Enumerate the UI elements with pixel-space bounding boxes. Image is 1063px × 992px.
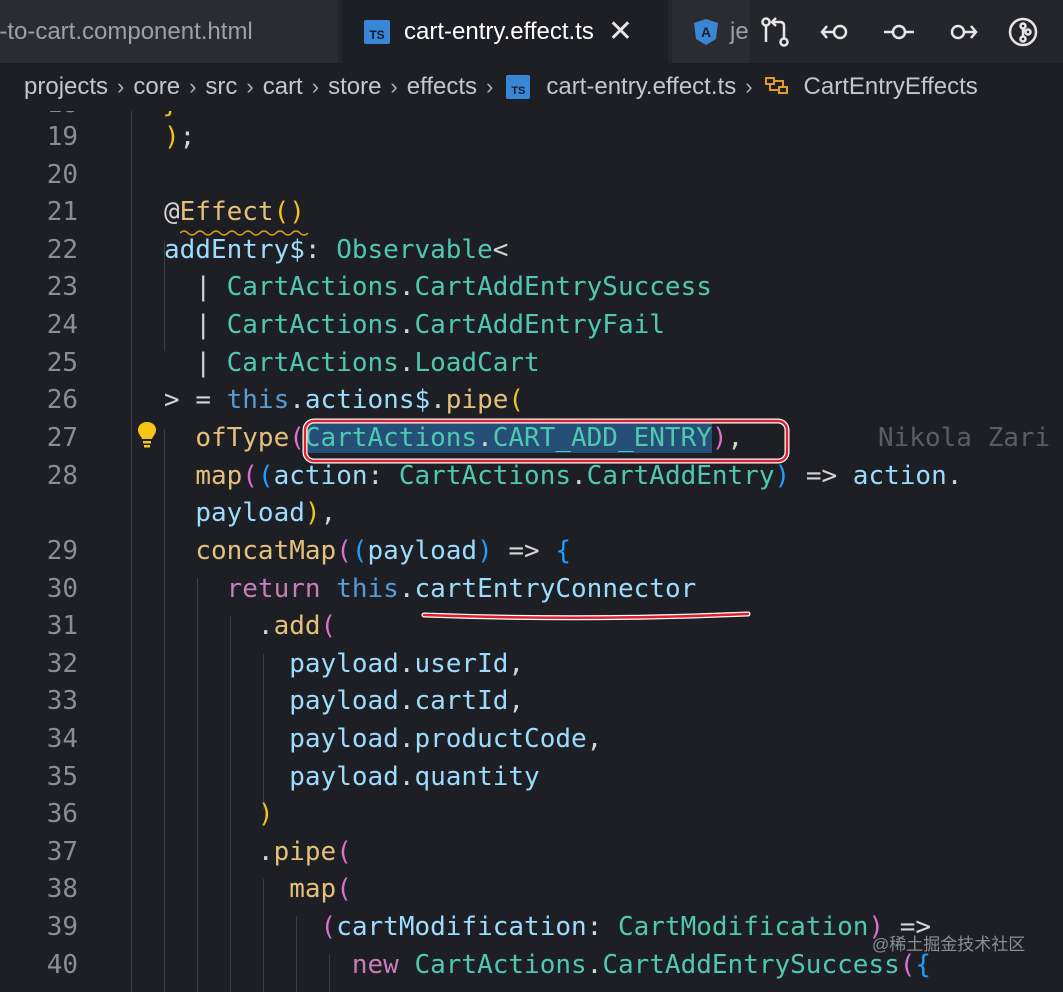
underline-annotation — [421, 611, 751, 621]
typescript-file-icon: TS — [506, 75, 531, 99]
line-number: 35 — [46, 762, 78, 792]
code-line[interactable]: @Effect() — [164, 197, 305, 227]
close-icon[interactable]: ✕ — [608, 14, 633, 49]
line-number: 26 — [46, 385, 78, 415]
git-graph-icon[interactable] — [1003, 12, 1043, 52]
code-editor[interactable]: 18 19 20 21 22 23 24 25 26 27 28 29 30 3… — [0, 111, 1063, 992]
go-back-icon[interactable] — [817, 12, 857, 52]
tab-cart-entry-effect[interactable]: TS cart-entry.effect.ts ✕ — [342, 0, 668, 63]
tab-label: je — [730, 17, 749, 45]
line-number: 34 — [46, 724, 78, 754]
highlight-box-annotation — [302, 418, 790, 464]
breadcrumb: projects › core › src › cart › store › e… — [0, 63, 1063, 111]
code-line[interactable]: new CartActions.CartAddEntrySuccess({ — [164, 950, 931, 980]
editor-toolbar — [755, 0, 1043, 63]
line-number: 37 — [46, 837, 78, 867]
tab-label: l-to-cart.component.html — [0, 17, 253, 45]
line-number: 31 — [46, 611, 78, 641]
line-number: 28 — [46, 461, 78, 491]
go-forward-icon[interactable] — [941, 12, 981, 52]
code-line[interactable]: | CartActions.CartAddEntrySuccess — [164, 272, 712, 302]
code-line[interactable]: ); — [164, 122, 195, 152]
code-line[interactable]: addEntry$: Observable< — [164, 235, 508, 265]
line-number: 39 — [46, 912, 78, 942]
breadcrumb-separator: › — [117, 74, 125, 99]
warning-squiggle — [180, 230, 309, 236]
code-line[interactable]: payload.productCode, — [164, 724, 602, 754]
breadcrumb-item-effects[interactable]: effects — [405, 73, 479, 101]
code-line[interactable]: map( — [164, 874, 352, 904]
code-line[interactable]: payload.userId, — [164, 649, 524, 679]
line-number: 29 — [46, 536, 78, 566]
line-number: 23 — [46, 272, 78, 302]
breadcrumb-separator: › — [311, 74, 320, 99]
line-number: 24 — [46, 310, 78, 340]
compare-changes-icon[interactable] — [755, 12, 795, 52]
line-number: 18 — [0, 111, 78, 119]
class-symbol-icon — [764, 77, 788, 94]
code-line[interactable]: .pipe( — [164, 837, 352, 867]
tab-je[interactable]: A je — [672, 0, 750, 63]
indent-guide — [131, 111, 132, 992]
line-number: 32 — [46, 649, 78, 679]
breadcrumb-item-cart[interactable]: cart — [261, 73, 305, 101]
tab-add-to-cart-component[interactable]: l-to-cart.component.html — [0, 0, 338, 63]
code-line[interactable]: payload), — [164, 498, 336, 528]
code-line[interactable]: | CartActions.LoadCart — [164, 348, 539, 378]
breadcrumb-item-store[interactable]: store — [326, 73, 383, 101]
code-line[interactable]: return this.cartEntryConnector — [164, 574, 697, 604]
line-number: 36 — [46, 799, 78, 829]
code-line[interactable]: .add( — [164, 611, 336, 641]
git-blame-annotation: Nikola Zari — [878, 423, 1051, 453]
breadcrumb-item-file[interactable]: cart-entry.effect.ts — [544, 73, 738, 101]
code-line[interactable]: } — [131, 111, 178, 119]
angular-icon: A — [694, 18, 718, 45]
tab-label: cart-entry.effect.ts — [404, 17, 594, 45]
breadcrumb-item-projects[interactable]: projects — [22, 73, 110, 101]
breadcrumb-item-class[interactable]: CartEntryEffects — [802, 73, 980, 101]
line-number: 21 — [46, 197, 78, 227]
code-line[interactable]: payload.cartId, — [164, 686, 524, 716]
code-line[interactable]: payload.quantity — [164, 762, 539, 792]
typescript-file-icon: TS — [364, 19, 390, 44]
line-number: 25 — [46, 348, 78, 378]
lightbulb-icon[interactable] — [135, 420, 159, 450]
commit-icon[interactable] — [879, 12, 919, 52]
breadcrumb-separator: › — [189, 74, 197, 99]
breadcrumb-separator: › — [745, 74, 753, 99]
line-number: 22 — [46, 235, 78, 265]
breadcrumb-item-src[interactable]: src — [203, 73, 239, 101]
breadcrumb-item-core[interactable]: core — [131, 73, 182, 101]
line-number: 27 — [46, 423, 78, 453]
code-line[interactable]: (cartModification: CartModification) => — [164, 912, 932, 942]
line-number: 33 — [46, 686, 78, 716]
breadcrumb-separator: › — [390, 74, 398, 99]
tab-bar: l-to-cart.component.html TS cart-entry.e… — [0, 0, 1063, 63]
line-number: 19 — [46, 122, 78, 152]
breadcrumb-separator: › — [486, 74, 494, 99]
svg-text:A: A — [701, 24, 711, 40]
breadcrumb-separator: › — [246, 74, 254, 99]
code-line[interactable]: > = this.actions$.pipe( — [164, 385, 524, 415]
watermark-text: @稀土掘金技术社区 — [872, 935, 1026, 954]
line-number: 40 — [46, 950, 78, 980]
code-line[interactable]: ) — [164, 799, 274, 829]
line-number: 20 — [46, 160, 78, 190]
code-line[interactable]: | CartActions.CartAddEntryFail — [164, 310, 665, 340]
line-number: 30 — [46, 574, 78, 604]
code-line[interactable]: concatMap((payload) => { — [164, 536, 571, 566]
line-number: 38 — [46, 874, 78, 904]
